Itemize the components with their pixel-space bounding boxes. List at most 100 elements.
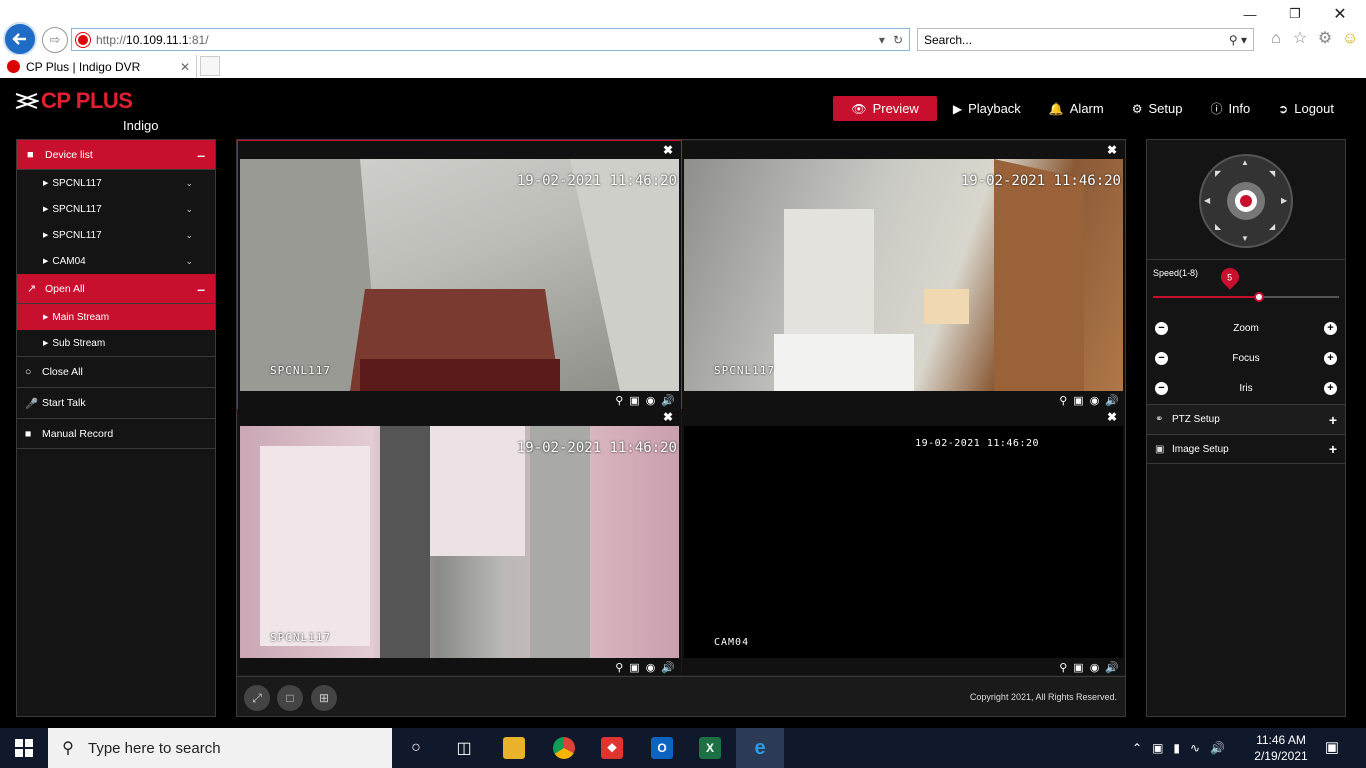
record-video-icon[interactable]: ▣ [629, 394, 639, 407]
expand-plus-icon[interactable]: + [1329, 441, 1337, 457]
device-list-header[interactable]: ■ Device list – [17, 140, 215, 170]
ptz-joystick[interactable]: ▲ ▼ ◀ ▶ ◤ ◥ ◣ ◢ [1199, 154, 1293, 248]
close-icon[interactable]: ✖ [1107, 410, 1117, 424]
zoom-in-icon[interactable]: ⚲ [1059, 394, 1067, 407]
refresh-icon[interactable]: ↻ [893, 33, 903, 47]
video-cell[interactable]: ✖ 19-02-2021 11:46:20 CAM04 ⚲ ▣ ◉ 🔊 [682, 408, 1125, 675]
smiley-feedback-icon[interactable]: ☺ [1340, 29, 1360, 49]
battery-icon[interactable]: ▮ [1173, 741, 1180, 755]
iris-minus-button[interactable]: − [1155, 381, 1168, 395]
collapse-icon[interactable]: – [197, 147, 205, 163]
focus-plus-button[interactable]: + [1324, 351, 1337, 365]
pan-down-icon[interactable]: ▼ [1241, 234, 1249, 243]
nav-setup[interactable]: ⚙ Setup [1120, 96, 1195, 121]
snapshot-camera-icon[interactable]: ◉ [646, 661, 656, 674]
focus-minus-button[interactable]: − [1155, 351, 1168, 365]
expand-plus-icon[interactable]: + [1329, 412, 1337, 428]
browser-tab[interactable]: CP Plus | Indigo DVR ✕ [0, 55, 197, 78]
new-tab-button[interactable] [200, 56, 220, 76]
nav-logout[interactable]: ➲ Logout [1266, 96, 1346, 121]
nav-playback[interactable]: ▶ Playback [941, 96, 1033, 121]
pan-down-right-icon[interactable]: ◢ [1269, 222, 1275, 231]
forward-button[interactable]: ⇨ [42, 27, 68, 53]
nav-info[interactable]: ⓘ Info [1198, 96, 1262, 121]
chevron-down-icon[interactable]: ⌄ [185, 256, 193, 267]
zoom-in-icon[interactable]: ⚲ [615, 661, 623, 674]
sub-stream-item[interactable]: ▶ Sub Stream [17, 330, 215, 356]
close-icon[interactable]: ✖ [663, 410, 673, 424]
device-item[interactable]: ▶ SPCNL117 ⌄ [17, 222, 215, 248]
close-window-button[interactable]: ✕ [1330, 6, 1350, 23]
zoom-in-icon[interactable]: ⚲ [615, 394, 623, 407]
record-video-icon[interactable]: ▣ [1073, 394, 1083, 407]
notifications-icon[interactable]: ▣ [1322, 738, 1342, 758]
iris-plus-button[interactable]: + [1324, 381, 1337, 395]
volume-icon[interactable]: 🔊 [661, 661, 675, 674]
manual-record-button[interactable]: ■ Manual Record [17, 418, 215, 449]
browser-search-input[interactable]: Search... ⚲ ▾ [917, 28, 1254, 51]
main-stream-item[interactable]: ▶ Main Stream [17, 304, 215, 330]
quad-view-icon[interactable]: ⊞ [311, 685, 337, 711]
video-cell[interactable]: ✖ 19-02-2021 11:46:20 SPCNL117 ⚲ ▣ ◉ 🔊 [682, 141, 1125, 408]
close-tab-icon[interactable]: ✕ [180, 60, 196, 74]
favorites-star-icon[interactable]: ☆ [1290, 29, 1310, 49]
pan-up-icon[interactable]: ▲ [1241, 158, 1249, 167]
chevron-down-icon[interactable]: ⌄ [185, 204, 193, 215]
pan-right-icon[interactable]: ▶ [1281, 196, 1287, 205]
file-explorer-icon[interactable] [490, 728, 538, 768]
pan-up-right-icon[interactable]: ◥ [1269, 169, 1275, 178]
video-cell[interactable]: ✖ 19-02-2021 11:46:20 SPCNL117 ⚲ ▣ ◉ 🔊 [237, 140, 682, 409]
nav-preview[interactable]: 👁 Preview [833, 96, 937, 121]
wifi-icon[interactable]: ∿ [1190, 741, 1200, 755]
search-icon[interactable]: ⚲ ▾ [1229, 33, 1247, 47]
ptz-center[interactable] [1227, 182, 1265, 220]
pan-down-left-icon[interactable]: ◣ [1215, 222, 1221, 231]
single-view-icon[interactable]: □ [277, 685, 303, 711]
settings-gear-icon[interactable]: ⚙ [1315, 29, 1335, 49]
chevron-down-icon[interactable]: ⌄ [185, 178, 193, 189]
cortana-icon[interactable]: ○ [392, 728, 440, 768]
taskbar-search[interactable]: ⚲ Type here to search [48, 728, 392, 768]
ptz-setup-row[interactable]: ⚭ PTZ Setup + [1147, 404, 1345, 434]
image-setup-row[interactable]: ▣ Image Setup + [1147, 434, 1345, 464]
security-icon[interactable]: ▣ [1152, 741, 1163, 755]
volume-icon[interactable]: 🔊 [1105, 661, 1119, 674]
video-cell[interactable]: ✖ 19-02-2021 11:46:20 SPCNL117 ⚲ ▣ ◉ 🔊 [238, 408, 681, 675]
device-item[interactable]: ▶ SPCNL117 ⌄ [17, 170, 215, 196]
address-bar[interactable]: http://10.109.11.1:81/ ▾ ↻ [71, 28, 910, 51]
zoom-out-button[interactable]: − [1155, 321, 1168, 335]
volume-icon[interactable]: 🔊 [661, 394, 675, 407]
zoom-in-icon[interactable]: ⚲ [1059, 661, 1067, 674]
snapshot-camera-icon[interactable]: ◉ [646, 394, 656, 407]
chrome-icon[interactable] [540, 728, 588, 768]
excel-icon[interactable]: X [686, 728, 734, 768]
start-talk-button[interactable]: 🎤 Start Talk [17, 387, 215, 418]
outlook-icon[interactable]: O [638, 728, 686, 768]
address-url[interactable]: http://10.109.11.1:81/ [96, 33, 879, 47]
device-item[interactable]: ▶ CAM04 ⌄ [17, 248, 215, 274]
anydesk-icon[interactable]: ❖ [588, 728, 636, 768]
minimize-button[interactable]: — [1240, 6, 1260, 22]
internet-explorer-icon[interactable]: e [736, 728, 784, 768]
open-all-header[interactable]: ↗ Open All – [17, 274, 215, 304]
snapshot-camera-icon[interactable]: ◉ [1090, 661, 1100, 674]
record-video-icon[interactable]: ▣ [1073, 661, 1083, 674]
start-button[interactable] [0, 728, 48, 768]
close-all-button[interactable]: ○ Close All [17, 356, 215, 387]
zoom-in-button[interactable]: + [1324, 321, 1337, 335]
chevron-up-icon[interactable]: ⌃ [1132, 741, 1142, 755]
device-item[interactable]: ▶ SPCNL117 ⌄ [17, 196, 215, 222]
speed-slider-knob[interactable] [1254, 292, 1265, 302]
pan-up-left-icon[interactable]: ◤ [1215, 169, 1221, 178]
chevron-down-icon[interactable]: ⌄ [185, 230, 193, 241]
back-button[interactable] [3, 22, 37, 56]
taskbar-clock[interactable]: 11:46 AM 2/19/2021 [1252, 732, 1310, 764]
record-video-icon[interactable]: ▣ [629, 661, 639, 674]
fullscreen-icon[interactable]: ⤢ [244, 685, 270, 711]
pan-left-icon[interactable]: ◀ [1204, 196, 1210, 205]
dropdown-icon[interactable]: ▾ [879, 33, 885, 47]
collapse-icon[interactable]: – [197, 281, 205, 297]
nav-alarm[interactable]: 🔔 Alarm [1037, 96, 1116, 121]
home-icon[interactable]: ⌂ [1266, 29, 1286, 49]
speed-slider[interactable] [1153, 292, 1339, 302]
